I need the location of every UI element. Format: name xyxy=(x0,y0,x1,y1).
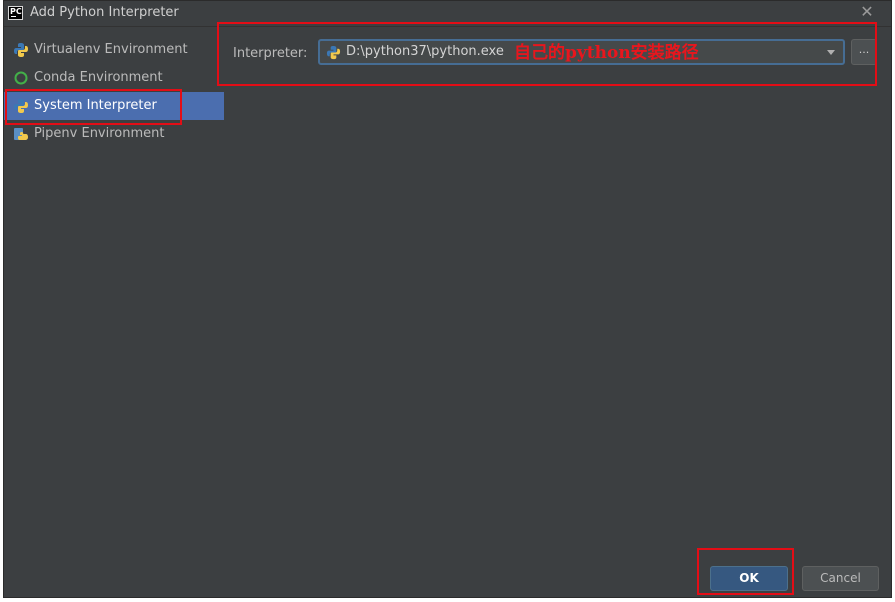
conda-icon xyxy=(14,71,28,85)
sidebar-item-label: Virtualenv Environment xyxy=(34,42,188,57)
annotation-box-interpreter xyxy=(217,22,877,86)
annotation-box-ok xyxy=(697,548,794,595)
sidebar-item-label: Conda Environment xyxy=(34,70,163,85)
pycharm-logo-icon: PC xyxy=(8,6,23,20)
annotation-box-system-interpreter xyxy=(5,89,182,125)
sidebar-item-virtualenv[interactable]: Virtualenv Environment xyxy=(4,36,224,64)
interpreter-panel: Interpreter: D:\python37\python.exe 自己的p… xyxy=(224,27,891,597)
sidebar-item-conda[interactable]: Conda Environment xyxy=(4,64,224,92)
window-title: Add Python Interpreter xyxy=(30,5,179,20)
logo-text: PC xyxy=(10,7,22,16)
close-icon[interactable]: ✕ xyxy=(859,4,875,20)
cancel-button[interactable]: Cancel xyxy=(802,566,879,591)
pipenv-icon xyxy=(14,128,28,140)
virtualenv-icon xyxy=(14,43,28,57)
sidebar-item-label: Pipenv Environment xyxy=(34,126,165,141)
